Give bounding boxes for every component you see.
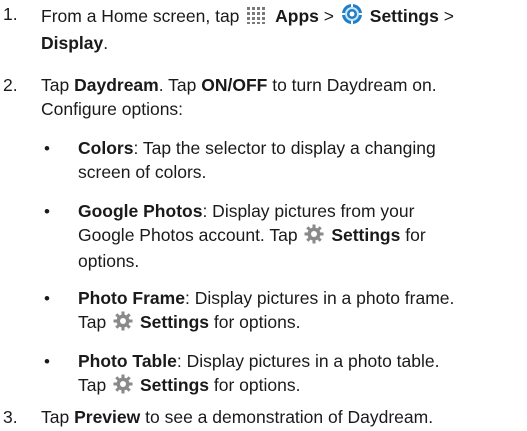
step-text: From a Home screen, tap Apps > Settings … [41,3,527,55]
gear-icon [113,311,133,338]
bullet: • [44,202,50,221]
gear-icon [113,374,133,401]
settings-gear-icon [341,3,363,32]
step-number: 3. [3,407,18,427]
bullet: • [44,289,50,308]
step-text: Tap Preview to see a demonstration of Da… [41,407,434,427]
step-number: 1. [3,4,18,24]
gear-icon [304,224,324,251]
step-number: 2. [3,75,18,95]
apps-grid-icon [246,5,268,32]
bullet: • [44,352,50,371]
step-text: Tap Daydream. Tap ON/OFF to turn Daydrea… [41,75,437,119]
bullet: • [44,139,50,158]
